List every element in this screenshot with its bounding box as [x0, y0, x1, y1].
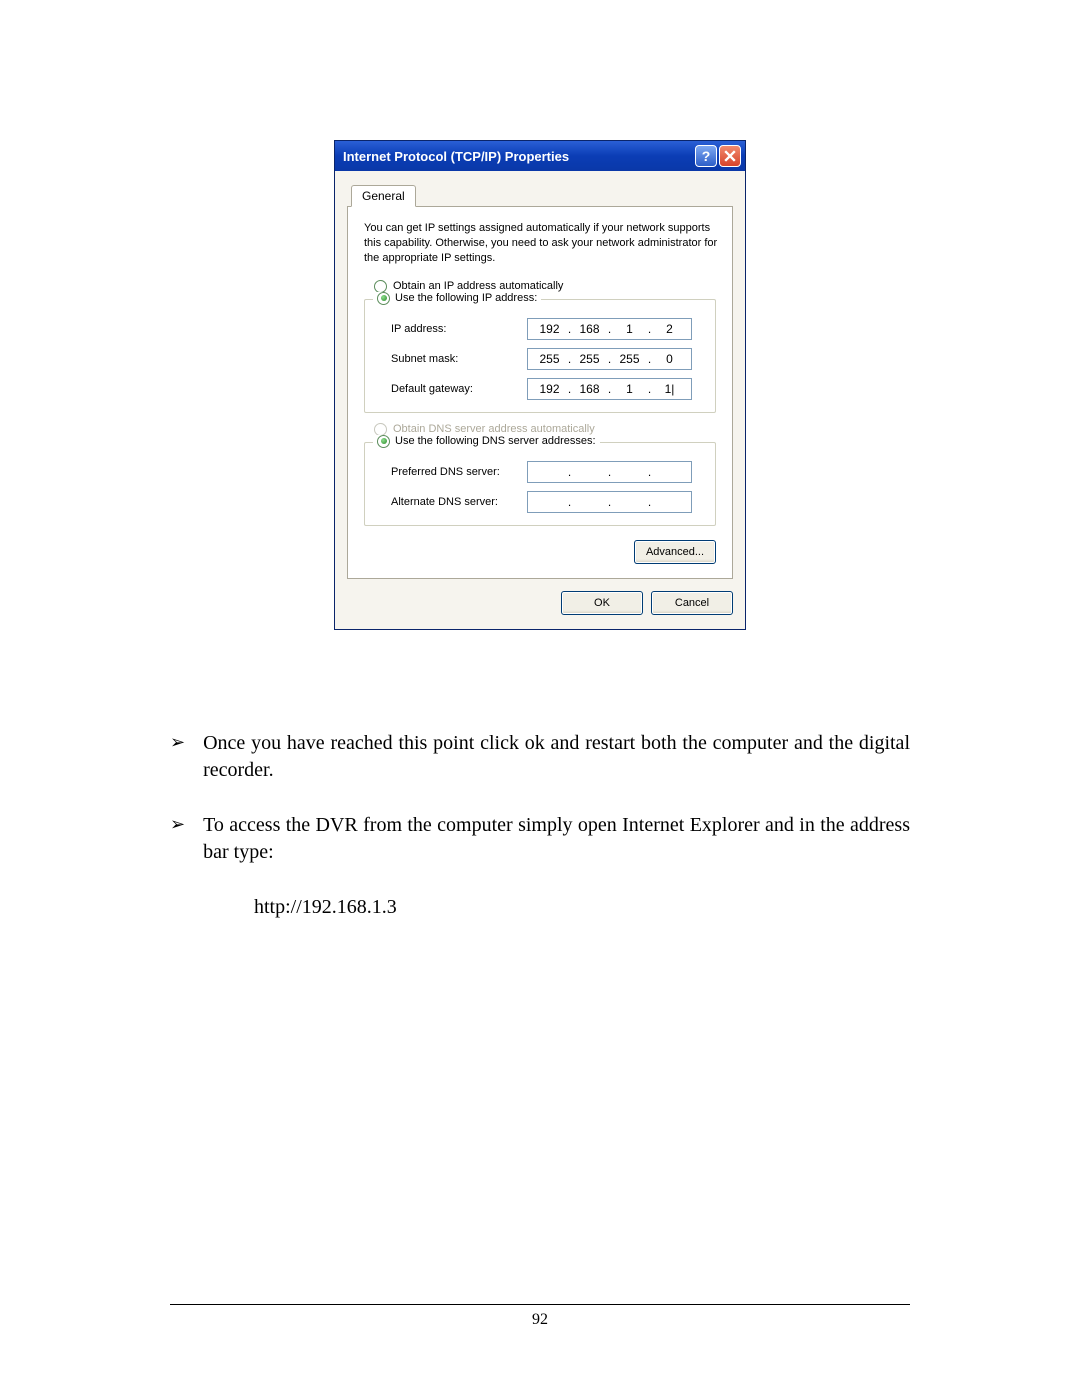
- intro-text: You can get IP settings assigned automat…: [364, 221, 724, 266]
- advanced-row: Advanced...: [364, 536, 716, 564]
- url-text: http://192.168.1.3: [254, 894, 910, 921]
- subnet-mask-input[interactable]: 255. 255. 255. 0: [527, 348, 692, 370]
- page-footer: 92: [170, 1304, 910, 1329]
- list-item: ➢ To access the DVR from the computer si…: [170, 812, 910, 866]
- radio-icon: [377, 435, 390, 448]
- tabpage-general: You can get IP settings assigned automat…: [347, 206, 733, 579]
- alternate-dns-label: Alternate DNS server:: [377, 496, 527, 508]
- radio-label: Use the following IP address:: [395, 292, 537, 304]
- subnet-mask-label: Subnet mask:: [377, 353, 527, 365]
- bullet-arrow-icon: ➢: [170, 812, 185, 866]
- document-body: ➢ Once you have reached this point click…: [170, 730, 910, 921]
- cancel-button[interactable]: Cancel: [651, 591, 733, 615]
- ip-address-label: IP address:: [377, 323, 527, 335]
- bullet-text: Once you have reached this point click o…: [203, 730, 910, 784]
- ip-address-group: Use the following IP address: IP address…: [364, 299, 716, 413]
- ip-address-input[interactable]: 192. 168. 1. 2: [527, 318, 692, 340]
- radio-use-ip[interactable]: Use the following IP address:: [373, 292, 541, 305]
- radio-label: Obtain DNS server address automatically: [393, 423, 595, 435]
- list-item: ➢ Once you have reached this point click…: [170, 730, 910, 784]
- advanced-button[interactable]: Advanced...: [634, 540, 716, 564]
- radio-label: Use the following DNS server addresses:: [395, 435, 596, 447]
- close-icon: [724, 150, 736, 162]
- dialog-buttons: OK Cancel: [347, 591, 733, 615]
- tcpip-properties-dialog: Internet Protocol (TCP/IP) Properties ? …: [334, 140, 746, 630]
- radio-icon: [377, 292, 390, 305]
- tabstrip: General: [351, 185, 733, 207]
- dns-group: Use the following DNS server addresses: …: [364, 442, 716, 526]
- titlebar: Internet Protocol (TCP/IP) Properties ?: [335, 141, 745, 171]
- alternate-dns-input[interactable]: . . .: [527, 491, 692, 513]
- radio-label: Obtain an IP address automatically: [393, 280, 563, 292]
- help-button[interactable]: ?: [695, 145, 717, 167]
- client-area: General You can get IP settings assigned…: [335, 171, 745, 629]
- page-number: 92: [532, 1311, 548, 1328]
- bullet-text: To access the DVR from the computer simp…: [203, 812, 910, 866]
- window-title: Internet Protocol (TCP/IP) Properties: [343, 149, 693, 164]
- tab-general[interactable]: General: [351, 185, 416, 207]
- radio-use-dns[interactable]: Use the following DNS server addresses:: [373, 435, 600, 448]
- preferred-dns-label: Preferred DNS server:: [377, 466, 527, 478]
- default-gateway-input[interactable]: 192. 168. 1. 1|: [527, 378, 692, 400]
- preferred-dns-input[interactable]: . . .: [527, 461, 692, 483]
- bullet-arrow-icon: ➢: [170, 730, 185, 784]
- close-button[interactable]: [719, 145, 741, 167]
- ok-button[interactable]: OK: [561, 591, 643, 615]
- default-gateway-label: Default gateway:: [377, 383, 527, 395]
